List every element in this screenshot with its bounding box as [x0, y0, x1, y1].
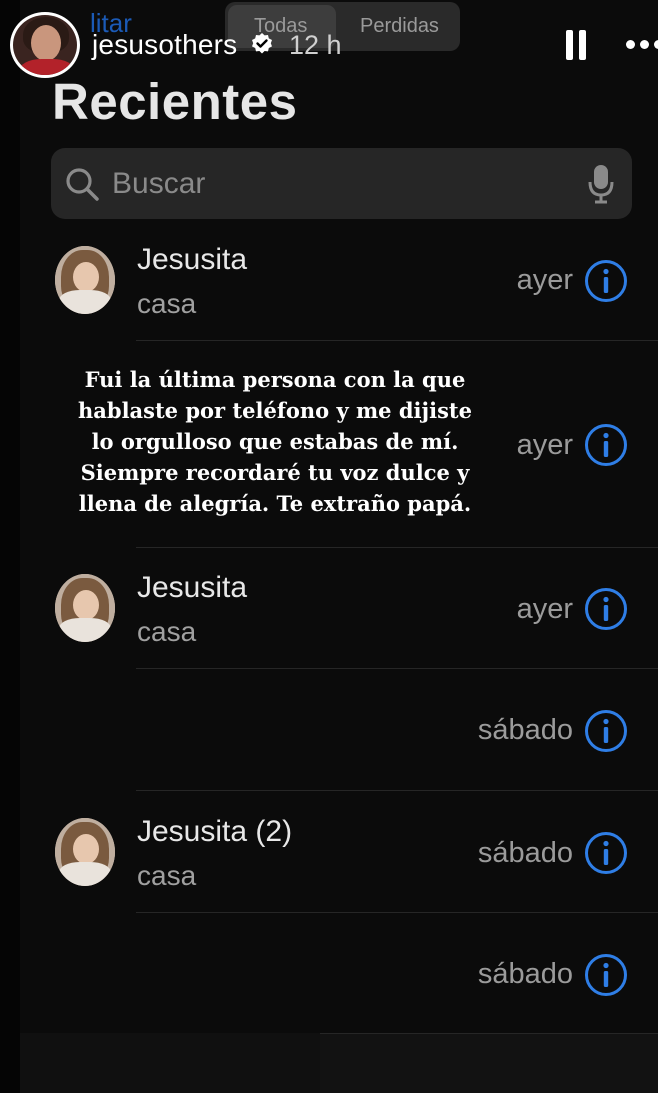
search-icon — [66, 168, 99, 201]
story-username[interactable]: jesusothers — [92, 29, 237, 61]
call-time: ayer — [516, 264, 573, 296]
info-icon[interactable] — [584, 259, 628, 303]
call-name: Jesusita — [137, 243, 248, 276]
verified-badge-icon — [252, 33, 272, 54]
microphone-icon[interactable] — [588, 164, 614, 204]
call-label: casa — [137, 616, 197, 647]
caption-line: Fui la última persona con la que — [84, 367, 466, 392]
row-divider — [136, 340, 658, 341]
contact-avatar — [55, 818, 115, 886]
contact-avatar — [55, 574, 115, 642]
row-divider — [136, 668, 658, 669]
info-icon[interactable] — [584, 587, 628, 631]
info-icon[interactable] — [584, 953, 628, 997]
bottom-area-shade — [20, 1033, 320, 1093]
segment-missed[interactable]: Perdidas — [360, 15, 439, 38]
info-icon[interactable] — [584, 831, 628, 875]
story-avatar[interactable] — [10, 12, 80, 78]
info-icon[interactable] — [584, 709, 628, 753]
caption-line: llena de alegría. Te extraño papá. — [78, 491, 472, 516]
pause-icon[interactable] — [566, 30, 586, 60]
info-icon[interactable] — [584, 423, 628, 467]
row-divider — [320, 1033, 658, 1034]
caption-line: Siempre recordaré tu voz dulce y — [80, 460, 470, 485]
row-divider — [136, 547, 658, 548]
call-label: casa — [137, 288, 197, 319]
caption-line: lo orgulloso que estabas de mí. — [91, 429, 459, 454]
call-name: Jesusita — [137, 571, 248, 604]
caption-line: hablaste por teléfono y me dijiste — [78, 398, 472, 423]
story-timestamp: 12 h — [289, 30, 342, 60]
call-time: sábado — [477, 837, 573, 869]
page-title: Recientes — [52, 73, 298, 130]
call-label: casa — [137, 860, 197, 891]
call-time: ayer — [516, 593, 573, 625]
row-divider — [136, 790, 658, 791]
search-placeholder: Buscar — [112, 167, 206, 200]
call-name: Jesusita (2) — [137, 815, 293, 848]
story-caption: Fui la última persona con la que hablast… — [40, 364, 510, 519]
call-time: sábado — [477, 958, 573, 990]
call-time: sábado — [477, 714, 573, 746]
contact-avatar — [55, 246, 115, 314]
row-divider — [136, 912, 658, 913]
